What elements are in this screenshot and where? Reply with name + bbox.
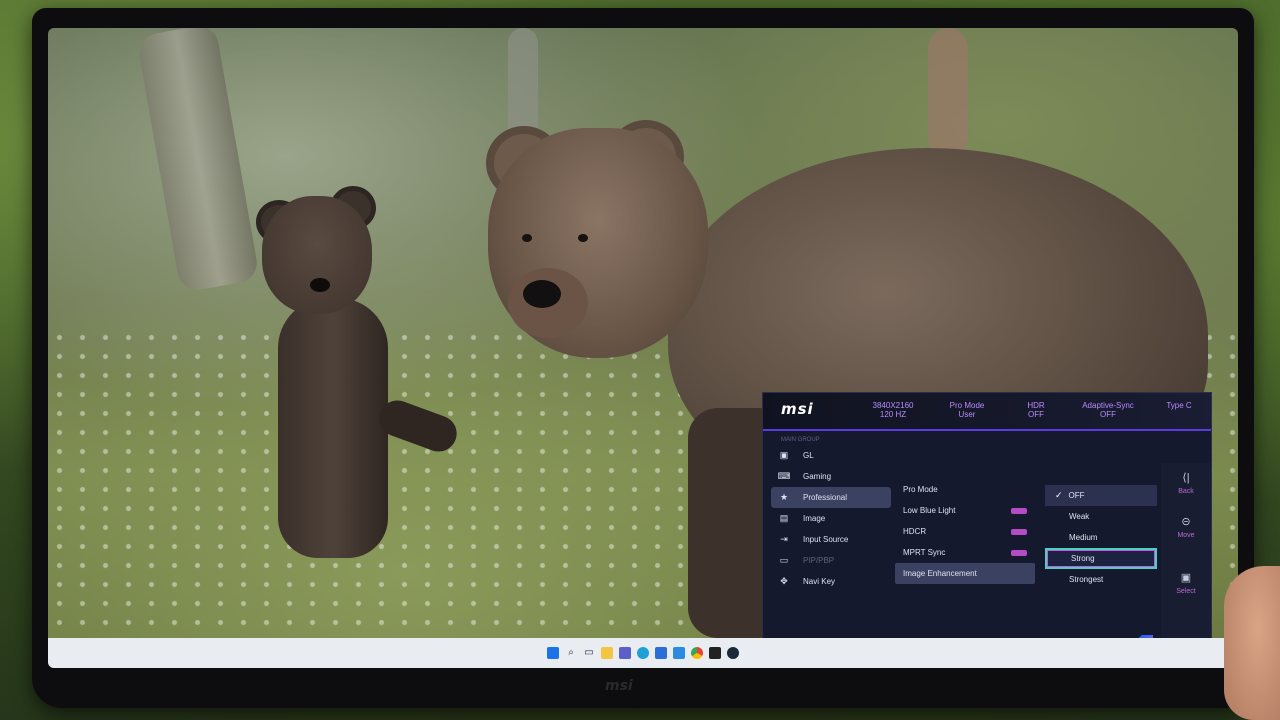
status-hdr-label: HDR [1027, 401, 1045, 410]
bear-cub-nose [310, 278, 330, 292]
select-icon: ▣ [1180, 572, 1192, 584]
edge-icon[interactable] [637, 647, 649, 659]
option-weak[interactable]: Weak [1045, 506, 1157, 527]
submenu-image-enhancement[interactable]: Image Enhancement [895, 563, 1035, 584]
adult-bear-eye [578, 234, 588, 242]
menu-item-label: Gaming [803, 472, 832, 481]
check-icon: ✓ [1055, 490, 1063, 500]
status-pro-mode: Pro Mode User [941, 401, 993, 419]
main-menu: ▣ GL ⌨ Gaming ★ Professional ▤ Image ⇥ Input … [771, 445, 891, 592]
bear-cub-body [278, 298, 388, 558]
msi-logo: msi [781, 400, 814, 418]
status-input: Type C [1159, 401, 1199, 410]
menu-item-gaming[interactable]: ⌨ Gaming [771, 466, 891, 487]
select-label: Select [1176, 588, 1196, 595]
osd-header: msi 3840X2160 120 HZ Pro Mode User HDR O… [763, 393, 1211, 431]
folder-icon[interactable] [601, 647, 613, 659]
submenu-label: Low Blue Light [903, 506, 956, 515]
background-tree [136, 28, 260, 293]
submenu-label: Pro Mode [903, 485, 938, 494]
status-adaptive-sync-label: Adaptive-Sync [1082, 401, 1134, 410]
mail-icon[interactable] [673, 647, 685, 659]
status-resolution: 3840X2160 120 HZ [867, 401, 919, 419]
steam-icon[interactable] [727, 647, 739, 659]
input-icon: ⇥ [780, 534, 788, 544]
option-label: Strong [1071, 554, 1095, 563]
adult-bear-eye [522, 234, 532, 242]
submenu-tag [1011, 528, 1027, 535]
status-hdr-value: OFF [1028, 410, 1044, 419]
submenu-low-blue-light[interactable]: Low Blue Light [895, 500, 1035, 521]
monitor-screen: msi 3840X2160 120 HZ Pro Mode User HDR O… [48, 28, 1238, 668]
image-icon: ▤ [779, 513, 789, 523]
taskbar: ⌕ ▭ [48, 638, 1238, 668]
submenu-pro-mode[interactable]: Pro Mode [895, 479, 1035, 500]
terminal-icon[interactable] [709, 647, 721, 659]
star-icon: ★ [779, 492, 789, 502]
option-label: Medium [1069, 533, 1098, 542]
hand [1224, 566, 1280, 720]
menu-item-label: GL [803, 451, 814, 460]
store-icon[interactable] [655, 647, 667, 659]
back-label: Back [1178, 488, 1194, 495]
select-action[interactable]: ▣ Select [1161, 571, 1211, 595]
submenu-label: HDCR [903, 527, 927, 536]
menu-item-label: PIP/PBP [803, 556, 835, 565]
menu-item-professional[interactable]: ★ Professional [771, 487, 891, 508]
status-resolution-value: 3840X2160 [872, 401, 914, 410]
gamepad-icon: ⌨ [777, 471, 791, 481]
navi-key-icon: ✥ [780, 576, 788, 586]
chrome-icon[interactable] [691, 647, 703, 659]
background-tree [928, 28, 968, 158]
pip-icon: ▭ [779, 555, 789, 565]
submenu-tag [1011, 549, 1027, 556]
osd-key-guide: ⟨| Back ⊝ Move ▣ Select [1161, 463, 1211, 643]
option-label: Strongest [1069, 575, 1104, 584]
option-label: Weak [1069, 512, 1090, 521]
move-action[interactable]: ⊝ Move [1161, 515, 1211, 539]
menu-item-input-source[interactable]: ⇥ Input Source [771, 529, 891, 550]
option-off[interactable]: ✓ OFF [1045, 485, 1157, 506]
menu-item-label: Navi Key [803, 577, 836, 586]
menu-item-pip-pbp: ▭ PIP/PBP [771, 550, 891, 571]
status-pro-mode-label: Pro Mode [949, 401, 985, 410]
bear-cub-head [262, 196, 372, 314]
osd-menu: msi 3840X2160 120 HZ Pro Mode User HDR O… [762, 392, 1212, 650]
back-action[interactable]: ⟨| Back [1161, 471, 1211, 495]
submenu-label: MPRT Sync [903, 548, 946, 557]
windows-icon[interactable] [547, 647, 559, 659]
option-strong[interactable]: Strong [1045, 548, 1157, 569]
status-adaptive-sync-value: OFF [1100, 410, 1116, 419]
gl-icon: ▣ [779, 450, 789, 460]
move-label: Move [1177, 532, 1195, 539]
status-pro-mode-value: User [958, 410, 976, 419]
submenu-mprt-sync[interactable]: MPRT Sync [895, 542, 1035, 563]
option-medium[interactable]: Medium [1045, 527, 1157, 548]
image-enhancement-options: ✓ OFF Weak Medium Strong Strongest [1045, 485, 1157, 590]
status-refresh-value: 120 HZ [879, 410, 907, 419]
task-view-icon[interactable]: ▭ [583, 647, 595, 659]
submenu-tag [1011, 507, 1027, 514]
move-icon: ⊝ [1181, 516, 1191, 528]
submenu-label: Image Enhancement [903, 569, 977, 578]
search-icon[interactable]: ⌕ [565, 647, 577, 659]
status-hdr: HDR OFF [1025, 401, 1047, 419]
status-input-label: Type C [1166, 401, 1192, 410]
menu-item-label: Input Source [803, 535, 849, 544]
menu-item-label: Image [803, 514, 826, 523]
menu-item-label: Professional [803, 493, 848, 502]
menu-item-image[interactable]: ▤ Image [771, 508, 891, 529]
adult-bear-nose [523, 280, 561, 308]
breadcrumb: MAIN GROUP [781, 437, 820, 443]
menu-item-gl[interactable]: ▣ GL [771, 445, 891, 466]
option-strongest[interactable]: Strongest [1045, 569, 1157, 590]
status-adaptive-sync: Adaptive-Sync OFF [1075, 401, 1141, 419]
option-label: OFF [1068, 491, 1085, 500]
menu-item-navi-key[interactable]: ✥ Navi Key [771, 571, 891, 592]
back-icon: ⟨| [1182, 472, 1190, 484]
submenu-hdcr[interactable]: HDCR [895, 521, 1035, 542]
professional-submenu: Pro Mode Low Blue Light HDCR MPRT Sync I… [895, 479, 1035, 584]
teams-icon[interactable] [619, 647, 631, 659]
monitor-brand-logo: msi [605, 678, 633, 694]
